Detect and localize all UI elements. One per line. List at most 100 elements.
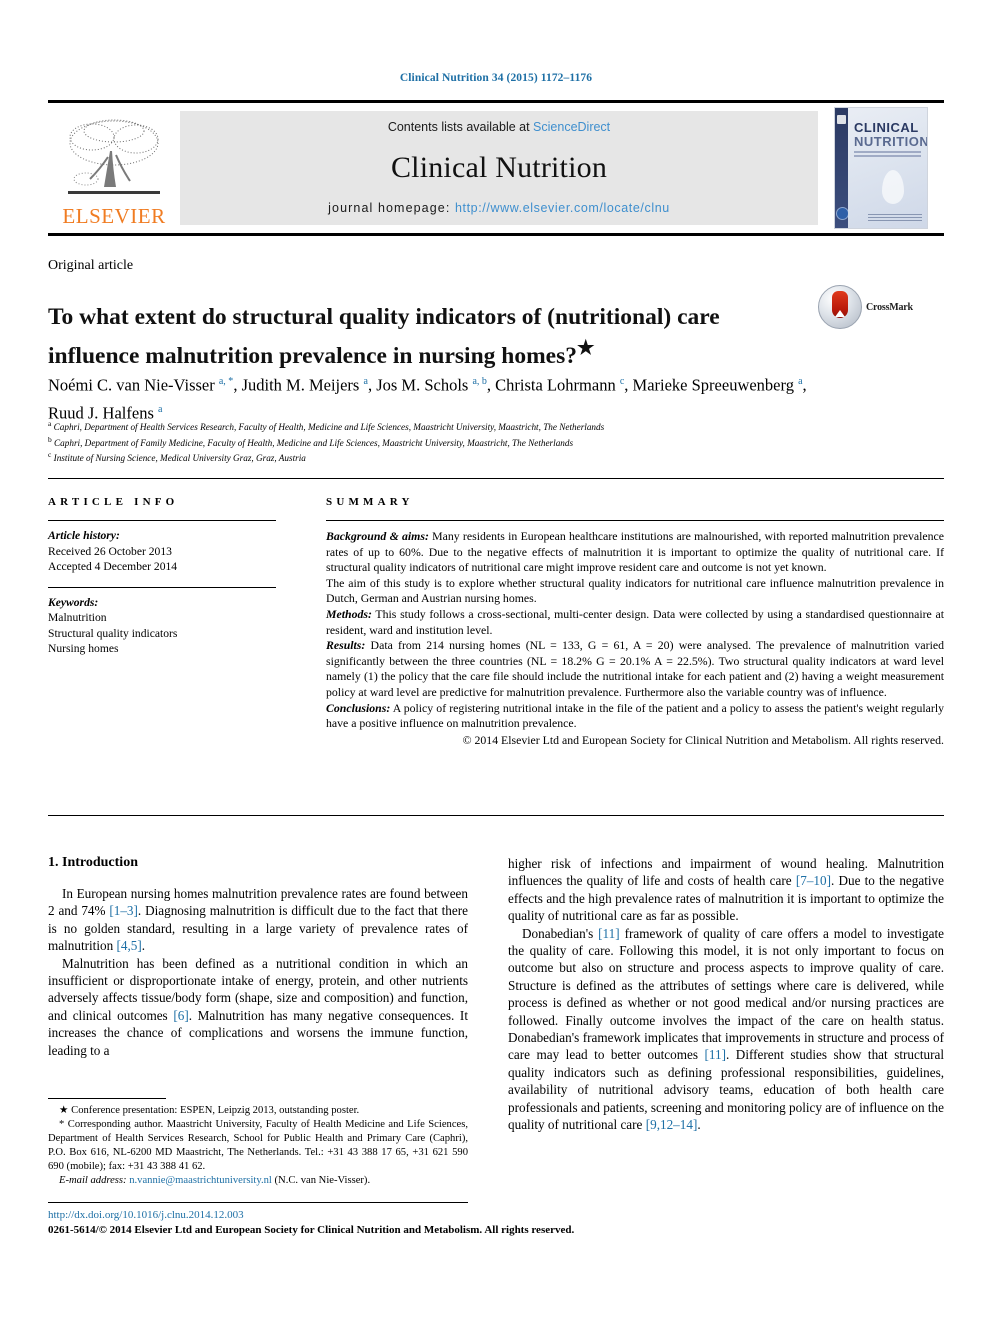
summary-section-text: Data from 214 nursing homes (NL = 133, G… (326, 638, 944, 699)
summary-section-label: Background & aims: (326, 529, 429, 543)
email-address-link[interactable]: n.vannie@maastrichtuniversity.nl (129, 1175, 272, 1186)
contents-prefix: Contents lists available at (387, 120, 534, 134)
journal-cover-thumbnail: CLINICAL NUTRITION (818, 103, 944, 233)
cover-spine (835, 108, 849, 228)
affiliation-mark: a (48, 419, 52, 428)
author-affiliation-mark: c (619, 376, 625, 387)
crossmark-badge[interactable]: CrossMark (818, 284, 944, 330)
summary-section-text: The aim of this study is to explore whet… (326, 575, 944, 606)
summary-section: Methods: This study follows a cross-sect… (326, 607, 944, 638)
summary-column: SUMMARY Background & aims: Many resident… (326, 496, 944, 748)
affiliation-item: c Institute of Nursing Science, Medical … (48, 450, 306, 464)
article-history-label: Article history: (48, 529, 120, 542)
body-paragraph: higher risk of infections and impairment… (508, 855, 944, 925)
footnote-rule (48, 1098, 166, 1099)
summary-heading: SUMMARY (326, 496, 414, 508)
body-paragraph: In European nursing homes malnutrition p… (48, 885, 468, 955)
author-affiliation-mark: a, * (218, 376, 234, 387)
info-top-rule (48, 478, 944, 479)
summary-body: Background & aims: Many residents in Eur… (326, 521, 944, 732)
article-info-column: ARTICLE INFO Article history: Received 2… (48, 496, 276, 657)
citation-link[interactable]: [11] (598, 926, 619, 941)
body-paragraph: Donabedian's [11] framework of quality o… (508, 925, 944, 1134)
author-name: Christa Lohrmann (495, 375, 620, 395)
intro-right-paragraphs: higher risk of infections and impairment… (508, 855, 944, 1134)
citation-link[interactable]: [9,12–14] (646, 1117, 698, 1132)
citation-link[interactable]: [7–10] (796, 873, 831, 888)
cover-elsevier-mark-icon (837, 115, 846, 124)
homepage-url-link[interactable]: http://www.elsevier.com/locate/clnu (455, 201, 670, 215)
issn-copyright-line: 0261-5614/© 2014 Elsevier Ltd and Europe… (48, 1224, 575, 1236)
homepage-prefix: journal homepage: (328, 201, 455, 215)
doi-block: http://dx.doi.org/10.1016/j.clnu.2014.12… (48, 1208, 608, 1238)
journal-panel: Contents lists available at ScienceDirec… (180, 111, 818, 225)
body-column-left: 1. Introduction In European nursing home… (48, 855, 468, 1059)
summary-section-label: Methods: (326, 606, 372, 621)
page-title: To what extent do structural quality ind… (48, 302, 748, 372)
summary-section-text: A policy of registering nutritional inta… (326, 700, 944, 731)
paragraph-text: Donabedian's (522, 925, 599, 941)
sciencedirect-link[interactable]: ScienceDirect (533, 120, 610, 134)
summary-section: Background & aims: Many residents in Eur… (326, 529, 944, 576)
author-name: Judith M. Meijers (241, 375, 364, 395)
author-name: Noémi C. van Nie-Visser (48, 375, 219, 395)
author-name: Jos M. Schols (376, 375, 473, 395)
crossmark-label: CrossMark (866, 301, 913, 313)
journal-masthead: ELSEVIER Contents lists available at Sci… (48, 100, 944, 236)
cover-image: CLINICAL NUTRITION (834, 107, 928, 229)
body-paragraph: Malnutrition has been defined as a nutri… (48, 955, 468, 1059)
section-heading-introduction: 1. Introduction (48, 855, 138, 870)
footnote-conference: ★ Conference presentation: ESPEN, Leipzi… (59, 1105, 360, 1116)
article-received-date: Received 26 October 2013 (48, 544, 172, 558)
doi-link[interactable]: http://dx.doi.org/10.1016/j.clnu.2014.12… (48, 1208, 608, 1223)
crossmark-icon (818, 285, 862, 329)
running-head: Clinical Nutrition 34 (2015) 1172–1176 (399, 72, 593, 84)
keyword-item: Nursing homes (48, 642, 119, 655)
summary-section: Results: Data from 214 nursing homes (NL… (326, 638, 944, 700)
author-affiliation-mark: a (798, 376, 803, 387)
paper-page: Clinical Nutrition 34 (2015) 1172–1176 E… (0, 0, 992, 1323)
citation-link[interactable]: [6] (173, 1008, 188, 1023)
footnote-corresponding-author: * Corresponding author. Maastricht Unive… (48, 1119, 468, 1173)
summary-section-label: Results: (326, 638, 366, 653)
summary-section-text: This study follows a cross-sectional, mu… (326, 606, 944, 637)
citation-link[interactable]: [1–3] (109, 903, 138, 918)
paragraph-text: . (141, 938, 146, 954)
footnote-block: ★ Conference presentation: ESPEN, Leipzi… (48, 1104, 468, 1189)
article-accepted-date: Accepted 4 December 2014 (48, 560, 178, 573)
keyword-item: Structural quality indicators (48, 626, 178, 640)
elsevier-wordmark: ELSEVIER (62, 204, 166, 228)
cover-footer-lines (868, 214, 922, 221)
contents-line: Contents lists available at ScienceDirec… (388, 120, 610, 134)
paragraph-text: framework of quality of care offers a mo… (508, 925, 944, 1063)
cover-front: CLINICAL NUTRITION (848, 108, 927, 228)
keywords-group: Keywords: Malnutrition Structural qualit… (48, 588, 276, 657)
title-text: To what extent do structural quality ind… (48, 303, 720, 369)
summary-section: The aim of this study is to explore whet… (326, 576, 944, 607)
affiliation-item: a Caphri, Department of Health Services … (48, 419, 605, 433)
email-owner: (N.C. van Nie-Visser). (274, 1175, 371, 1187)
author-name: Marieke Spreeuwenberg (632, 375, 799, 395)
author-affiliation-mark: a, b (472, 376, 487, 387)
citation-link[interactable]: [4,5] (117, 938, 142, 953)
elsevier-logo: ELSEVIER (48, 103, 180, 233)
keywords-label: Keywords: (48, 595, 99, 609)
article-history-group: Article history: Received 26 October 201… (48, 521, 276, 575)
article-info-heading: ARTICLE INFO (48, 496, 179, 508)
affiliation-list: a Caphri, Department of Health Services … (48, 418, 828, 465)
summary-copyright: © 2014 Elsevier Ltd and European Society… (462, 732, 944, 747)
cover-title-line2: NUTRITION (854, 134, 928, 149)
summary-section: Conclusions: A policy of registering nut… (326, 701, 944, 732)
cover-title-line1: CLINICAL (854, 120, 919, 135)
citation-link[interactable]: [11] (705, 1047, 726, 1062)
author-affiliation-mark: a (363, 376, 368, 387)
title-footnote-marker: ★ (577, 337, 595, 359)
affiliation-mark: b (48, 434, 52, 444)
intro-left-paragraphs: In European nursing homes malnutrition p… (48, 885, 468, 1059)
cover-droplet-icon (882, 170, 904, 204)
homepage-line: journal homepage: http://www.elsevier.co… (328, 201, 670, 215)
doi-rule (48, 1202, 468, 1203)
cover-subtitle-lines (854, 151, 921, 159)
affiliation-mark: c (48, 450, 52, 460)
footnote-email: E-mail address: n.vannie@maastrichtunive… (48, 1174, 468, 1188)
